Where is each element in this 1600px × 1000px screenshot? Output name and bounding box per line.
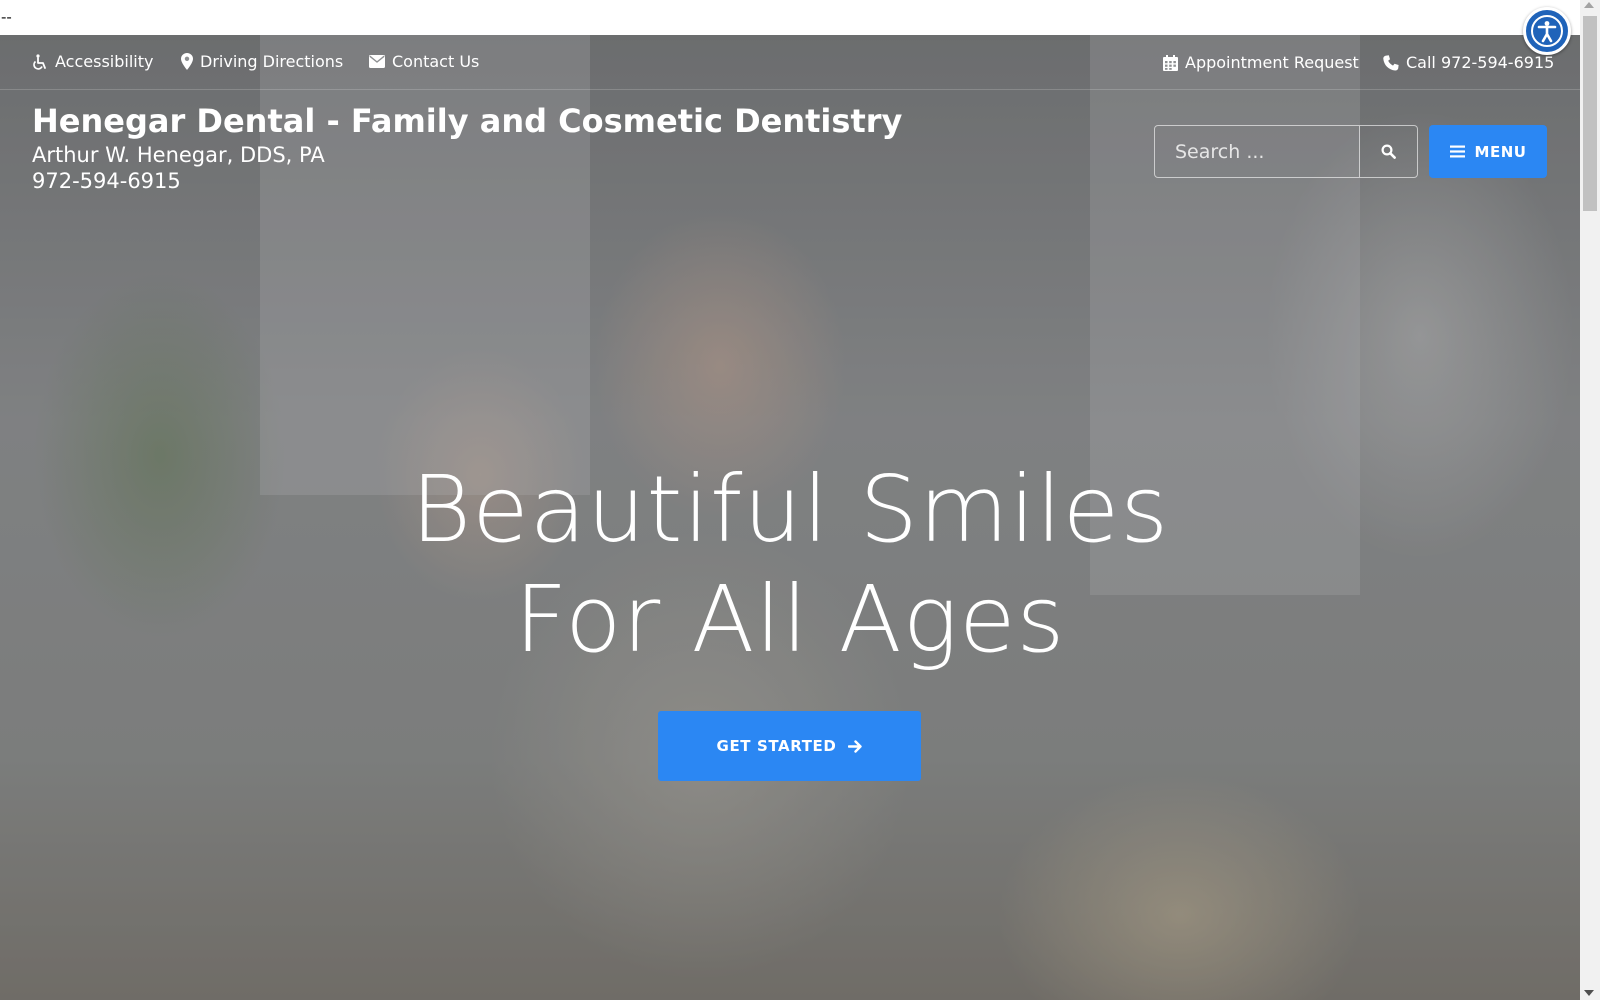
scroll-up-arrow-icon[interactable] — [1584, 2, 1594, 8]
brand-phone[interactable]: 972-594-6915 — [32, 168, 902, 194]
scrollbar-thumb[interactable] — [1583, 16, 1597, 211]
call-phone-link[interactable]: Call 972-594-6915 — [1383, 53, 1554, 72]
search-input[interactable] — [1155, 126, 1359, 177]
top-strip-text: -- — [1, 8, 12, 26]
page-scrollbar[interactable] — [1580, 0, 1600, 1000]
appointment-request-link-label: Appointment Request — [1185, 53, 1359, 72]
accessibility-person-icon — [1531, 15, 1563, 47]
scroll-down-arrow-icon[interactable] — [1584, 990, 1594, 996]
get-started-button[interactable]: GET STARTED — [658, 711, 921, 781]
arrow-right-icon — [848, 739, 863, 753]
hero-heading-line-2: For All Ages — [514, 566, 1066, 673]
accessibility-link-label: Accessibility — [55, 52, 154, 71]
top-strip: -- — [0, 0, 1580, 35]
contact-us-link-label: Contact Us — [392, 52, 480, 71]
wheelchair-icon — [33, 53, 46, 70]
accessibility-widget-button[interactable] — [1523, 7, 1571, 55]
map-marker-icon — [181, 53, 193, 70]
phone-icon — [1383, 54, 1399, 71]
call-phone-link-label: Call 972-594-6915 — [1406, 53, 1555, 72]
get-started-label: GET STARTED — [716, 737, 837, 755]
driving-directions-link[interactable]: Driving Directions — [181, 52, 343, 71]
search-icon — [1381, 144, 1396, 159]
calendar-icon — [1163, 54, 1178, 71]
menu-button-label: MENU — [1474, 142, 1527, 161]
envelope-icon — [369, 55, 385, 68]
doctor-name: Arthur W. Henegar, DDS, PA — [32, 143, 325, 167]
accessibility-link[interactable]: Accessibility — [32, 52, 153, 71]
utility-bar: Accessibility Driving Directions Contact… — [0, 35, 1580, 90]
search-form — [1154, 125, 1418, 178]
appointment-request-link[interactable]: Appointment Request — [1163, 53, 1359, 72]
hero-heading: Beautiful Smiles For All Ages — [290, 455, 1290, 675]
hamburger-icon — [1449, 145, 1465, 158]
search-button[interactable] — [1359, 126, 1417, 177]
menu-button[interactable]: MENU — [1429, 125, 1547, 178]
brand-block: Henegar Dental - Family and Cosmetic Den… — [32, 100, 902, 194]
site-title[interactable]: Henegar Dental - Family and Cosmetic Den… — [32, 100, 902, 142]
driving-directions-link-label: Driving Directions — [200, 52, 344, 71]
hero-heading-line-1: Beautiful Smiles — [410, 456, 1170, 563]
contact-us-link[interactable]: Contact Us — [369, 52, 479, 71]
